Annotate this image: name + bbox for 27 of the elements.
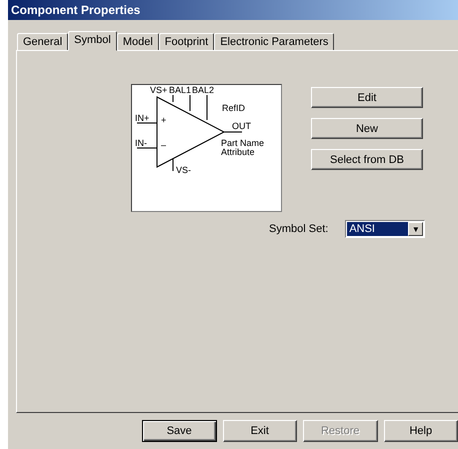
ref-id-label: RefID — [222, 103, 246, 113]
pin-label: BAL1 — [169, 85, 192, 95]
pin-label: BAL2 — [192, 85, 214, 95]
symbol-button[interactable]: Edit — [311, 87, 423, 108]
window-title: Component Properties — [8, 0, 458, 20]
tab[interactable]: General — [17, 33, 68, 50]
tab[interactable]: Electronic Parameters — [214, 33, 334, 50]
pin-label: IN+ — [135, 113, 150, 123]
footer-button[interactable]: Help — [384, 420, 458, 442]
pin-label: OUT — [232, 121, 251, 131]
footer-button[interactable]: Save — [142, 420, 216, 442]
dropdown-arrow-button[interactable]: ▼ — [408, 222, 424, 236]
tab[interactable]: Model — [116, 33, 159, 50]
symbol-button[interactable]: Select from DB — [311, 149, 423, 170]
part-name-label: Part Name — [221, 138, 264, 148]
pin-label: IN- — [135, 138, 147, 148]
plus-sign: + — [161, 115, 166, 125]
tab[interactable]: Symbol — [68, 31, 117, 51]
tab[interactable]: Footprint — [158, 33, 214, 50]
minus-sign: – — [161, 140, 166, 150]
symbol-set-label: Symbol Set: — [269, 223, 328, 235]
footer-button[interactable]: Exit — [222, 420, 297, 442]
pin-label: VS- — [176, 165, 192, 175]
pin-label: VS+ — [150, 85, 168, 95]
symbol-button[interactable]: New — [311, 118, 423, 139]
attribute-label: Attribute — [221, 147, 255, 157]
symbol-set-dropdown[interactable]: ANSI ▼ — [345, 220, 426, 238]
